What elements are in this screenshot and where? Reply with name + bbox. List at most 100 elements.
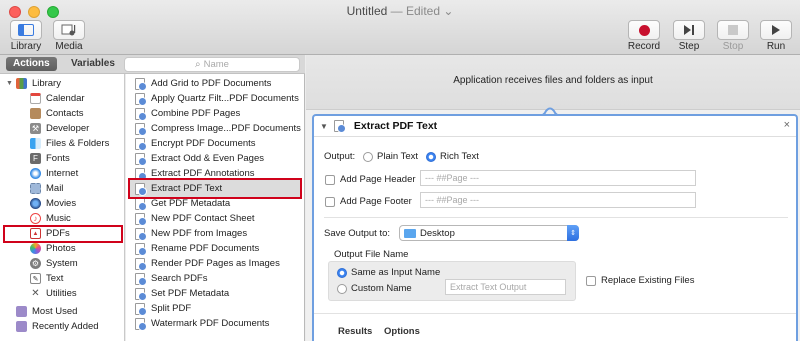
step-icon xyxy=(684,25,694,35)
same-as-input-radio[interactable] xyxy=(337,268,347,278)
list-item[interactable]: Set PDF Metadata xyxy=(135,286,229,301)
workflow-input-description: Application receives files and folders a… xyxy=(453,75,653,86)
rich-text-label: Rich Text xyxy=(440,151,479,162)
extract-pdf-text-highlight-box xyxy=(128,178,302,199)
list-item-label: Add Grid to PDF Documents xyxy=(151,78,272,89)
sidebar-item-fonts[interactable]: F Fonts xyxy=(30,151,70,166)
action-icon xyxy=(135,212,147,226)
media-label: Media xyxy=(55,41,83,52)
library-root[interactable]: ▼ Library xyxy=(6,76,61,91)
replace-existing-label: Replace Existing Files xyxy=(601,275,695,286)
run-icon xyxy=(772,25,780,35)
sidebar-item-text[interactable]: ✎ Text xyxy=(30,271,63,286)
music-note-icon: ♪ xyxy=(30,213,41,224)
list-item[interactable]: Extract Odd & Even Pages xyxy=(135,151,264,166)
sidebar-item-mail[interactable]: Mail xyxy=(30,181,63,196)
action-icon xyxy=(135,242,147,256)
sidebar-item-recently-added[interactable]: Recently Added xyxy=(16,319,99,334)
tab-actions[interactable]: Actions xyxy=(6,57,57,71)
sidebar-item-label: Internet xyxy=(46,168,79,179)
results-tab[interactable]: Results xyxy=(338,326,372,337)
rich-text-radio[interactable] xyxy=(426,152,436,162)
list-item[interactable]: Watermark PDF Documents xyxy=(135,316,269,331)
action-icon xyxy=(135,302,147,316)
sidebar-item-developer[interactable]: ⚒ Developer xyxy=(30,121,89,136)
folder-icon xyxy=(404,228,416,238)
custom-name-radio[interactable] xyxy=(337,284,347,294)
record-label: Record xyxy=(627,41,661,52)
tab-variables[interactable]: Variables xyxy=(64,57,122,71)
plain-text-radio[interactable] xyxy=(363,152,373,162)
sidebar-item-movies[interactable]: Movies xyxy=(30,196,76,211)
disclosure-down-icon[interactable]: ▼ xyxy=(320,122,328,131)
run-button[interactable] xyxy=(760,20,792,40)
custom-name-field[interactable]: Extract Text Output xyxy=(445,279,566,295)
action-card-header: ▼ Extract PDF Text × xyxy=(314,116,796,137)
workflow-input-strip: Application receives files and folders a… xyxy=(306,55,800,110)
list-item[interactable]: New PDF from Images xyxy=(135,226,247,241)
library-pane: ▼ Library Calendar Contacts ⚒ Developer … xyxy=(0,74,125,341)
list-item[interactable]: Render PDF Pages as Images xyxy=(135,256,280,271)
action-card-title: Extract PDF Text xyxy=(353,120,438,132)
record-button[interactable] xyxy=(628,20,660,40)
media-button[interactable] xyxy=(53,20,85,40)
list-item[interactable]: Combine PDF Pages xyxy=(135,106,240,121)
custom-name-label: Custom Name xyxy=(351,283,412,294)
sidebar-item-label: Files & Folders xyxy=(46,138,110,149)
sidebar-item-calendar[interactable]: Calendar xyxy=(30,91,85,106)
stop-button[interactable] xyxy=(717,20,749,40)
output-label: Output: xyxy=(324,151,356,162)
sidebar-item-most-used[interactable]: Most Used xyxy=(16,304,77,319)
list-item[interactable]: Rename PDF Documents xyxy=(135,241,259,256)
close-icon[interactable]: × xyxy=(784,119,790,131)
save-location-popup[interactable]: Desktop ⇕ xyxy=(399,225,579,241)
list-item[interactable]: Add Grid to PDF Documents xyxy=(135,76,271,91)
list-item-label: Set PDF Metadata xyxy=(151,288,230,299)
search-input[interactable]: ⌕ Name xyxy=(124,57,300,72)
sidebar-item-music[interactable]: ♪ Music xyxy=(30,211,71,226)
edited-indicator: — Edited ⌄ xyxy=(390,4,454,18)
disclosure-down-icon: ▼ xyxy=(6,80,13,87)
add-page-footer-checkbox[interactable] xyxy=(325,197,335,207)
library-button[interactable] xyxy=(10,20,42,40)
list-item-label: Get PDF Metadata xyxy=(151,198,231,209)
plain-text-label: Plain Text xyxy=(377,151,419,162)
action-icon xyxy=(135,92,147,106)
sidebar-item-contacts[interactable]: Contacts xyxy=(30,106,84,121)
sidebar-item-system[interactable]: ⚙ System xyxy=(30,256,78,271)
action-icon xyxy=(333,120,346,133)
sidebar-item-internet[interactable]: Internet xyxy=(30,166,78,181)
sidebar-item-label: Contacts xyxy=(46,108,84,119)
media-icon xyxy=(61,24,76,35)
list-item-label: Search PDFs xyxy=(151,273,208,284)
sidebar-item-label: Recently Added xyxy=(32,321,99,332)
save-output-to-label: Save Output to: xyxy=(324,228,391,239)
list-item[interactable]: Apply Quartz Filt...PDF Documents xyxy=(135,91,299,106)
sidebar-item-files-folders[interactable]: Files & Folders xyxy=(30,136,109,151)
list-item[interactable]: New PDF Contact Sheet xyxy=(135,211,255,226)
action-card-extract-pdf-text[interactable]: ▼ Extract PDF Text × Output: Plain Text … xyxy=(312,114,798,341)
action-icon xyxy=(135,257,147,271)
list-item[interactable]: Compress Image...PDF Documents xyxy=(135,121,301,136)
list-item-label: Apply Quartz Filt...PDF Documents xyxy=(151,93,299,104)
photos-icon xyxy=(30,243,41,254)
add-page-footer-label: Add Page Footer xyxy=(340,196,412,207)
sidebar-item-label: Music xyxy=(46,213,71,224)
action-icon xyxy=(135,107,147,121)
replace-existing-checkbox[interactable] xyxy=(586,276,596,286)
toolbar: Untitled — Edited ⌄ Library Media Record… xyxy=(0,0,800,55)
list-item[interactable]: Encrypt PDF Documents xyxy=(135,136,256,151)
add-page-header-checkbox[interactable] xyxy=(325,175,335,185)
options-tab[interactable]: Options xyxy=(384,326,420,337)
sidebar-item-label: Fonts xyxy=(46,153,70,164)
sidebar-item-photos[interactable]: Photos xyxy=(30,241,76,256)
list-item[interactable]: Search PDFs xyxy=(135,271,208,286)
sidebar-item-utilities[interactable]: ✕ Utilities xyxy=(30,286,76,301)
list-item[interactable]: Split PDF xyxy=(135,301,191,316)
page-header-field[interactable]: --- ##Page --- xyxy=(420,170,696,186)
step-button[interactable] xyxy=(673,20,705,40)
same-as-input-label: Same as Input Name xyxy=(351,267,441,278)
window-title[interactable]: Untitled — Edited ⌄ xyxy=(0,4,800,18)
sidebar-item-label: Text xyxy=(46,273,64,284)
page-footer-field[interactable]: --- ##Page --- xyxy=(420,192,696,208)
